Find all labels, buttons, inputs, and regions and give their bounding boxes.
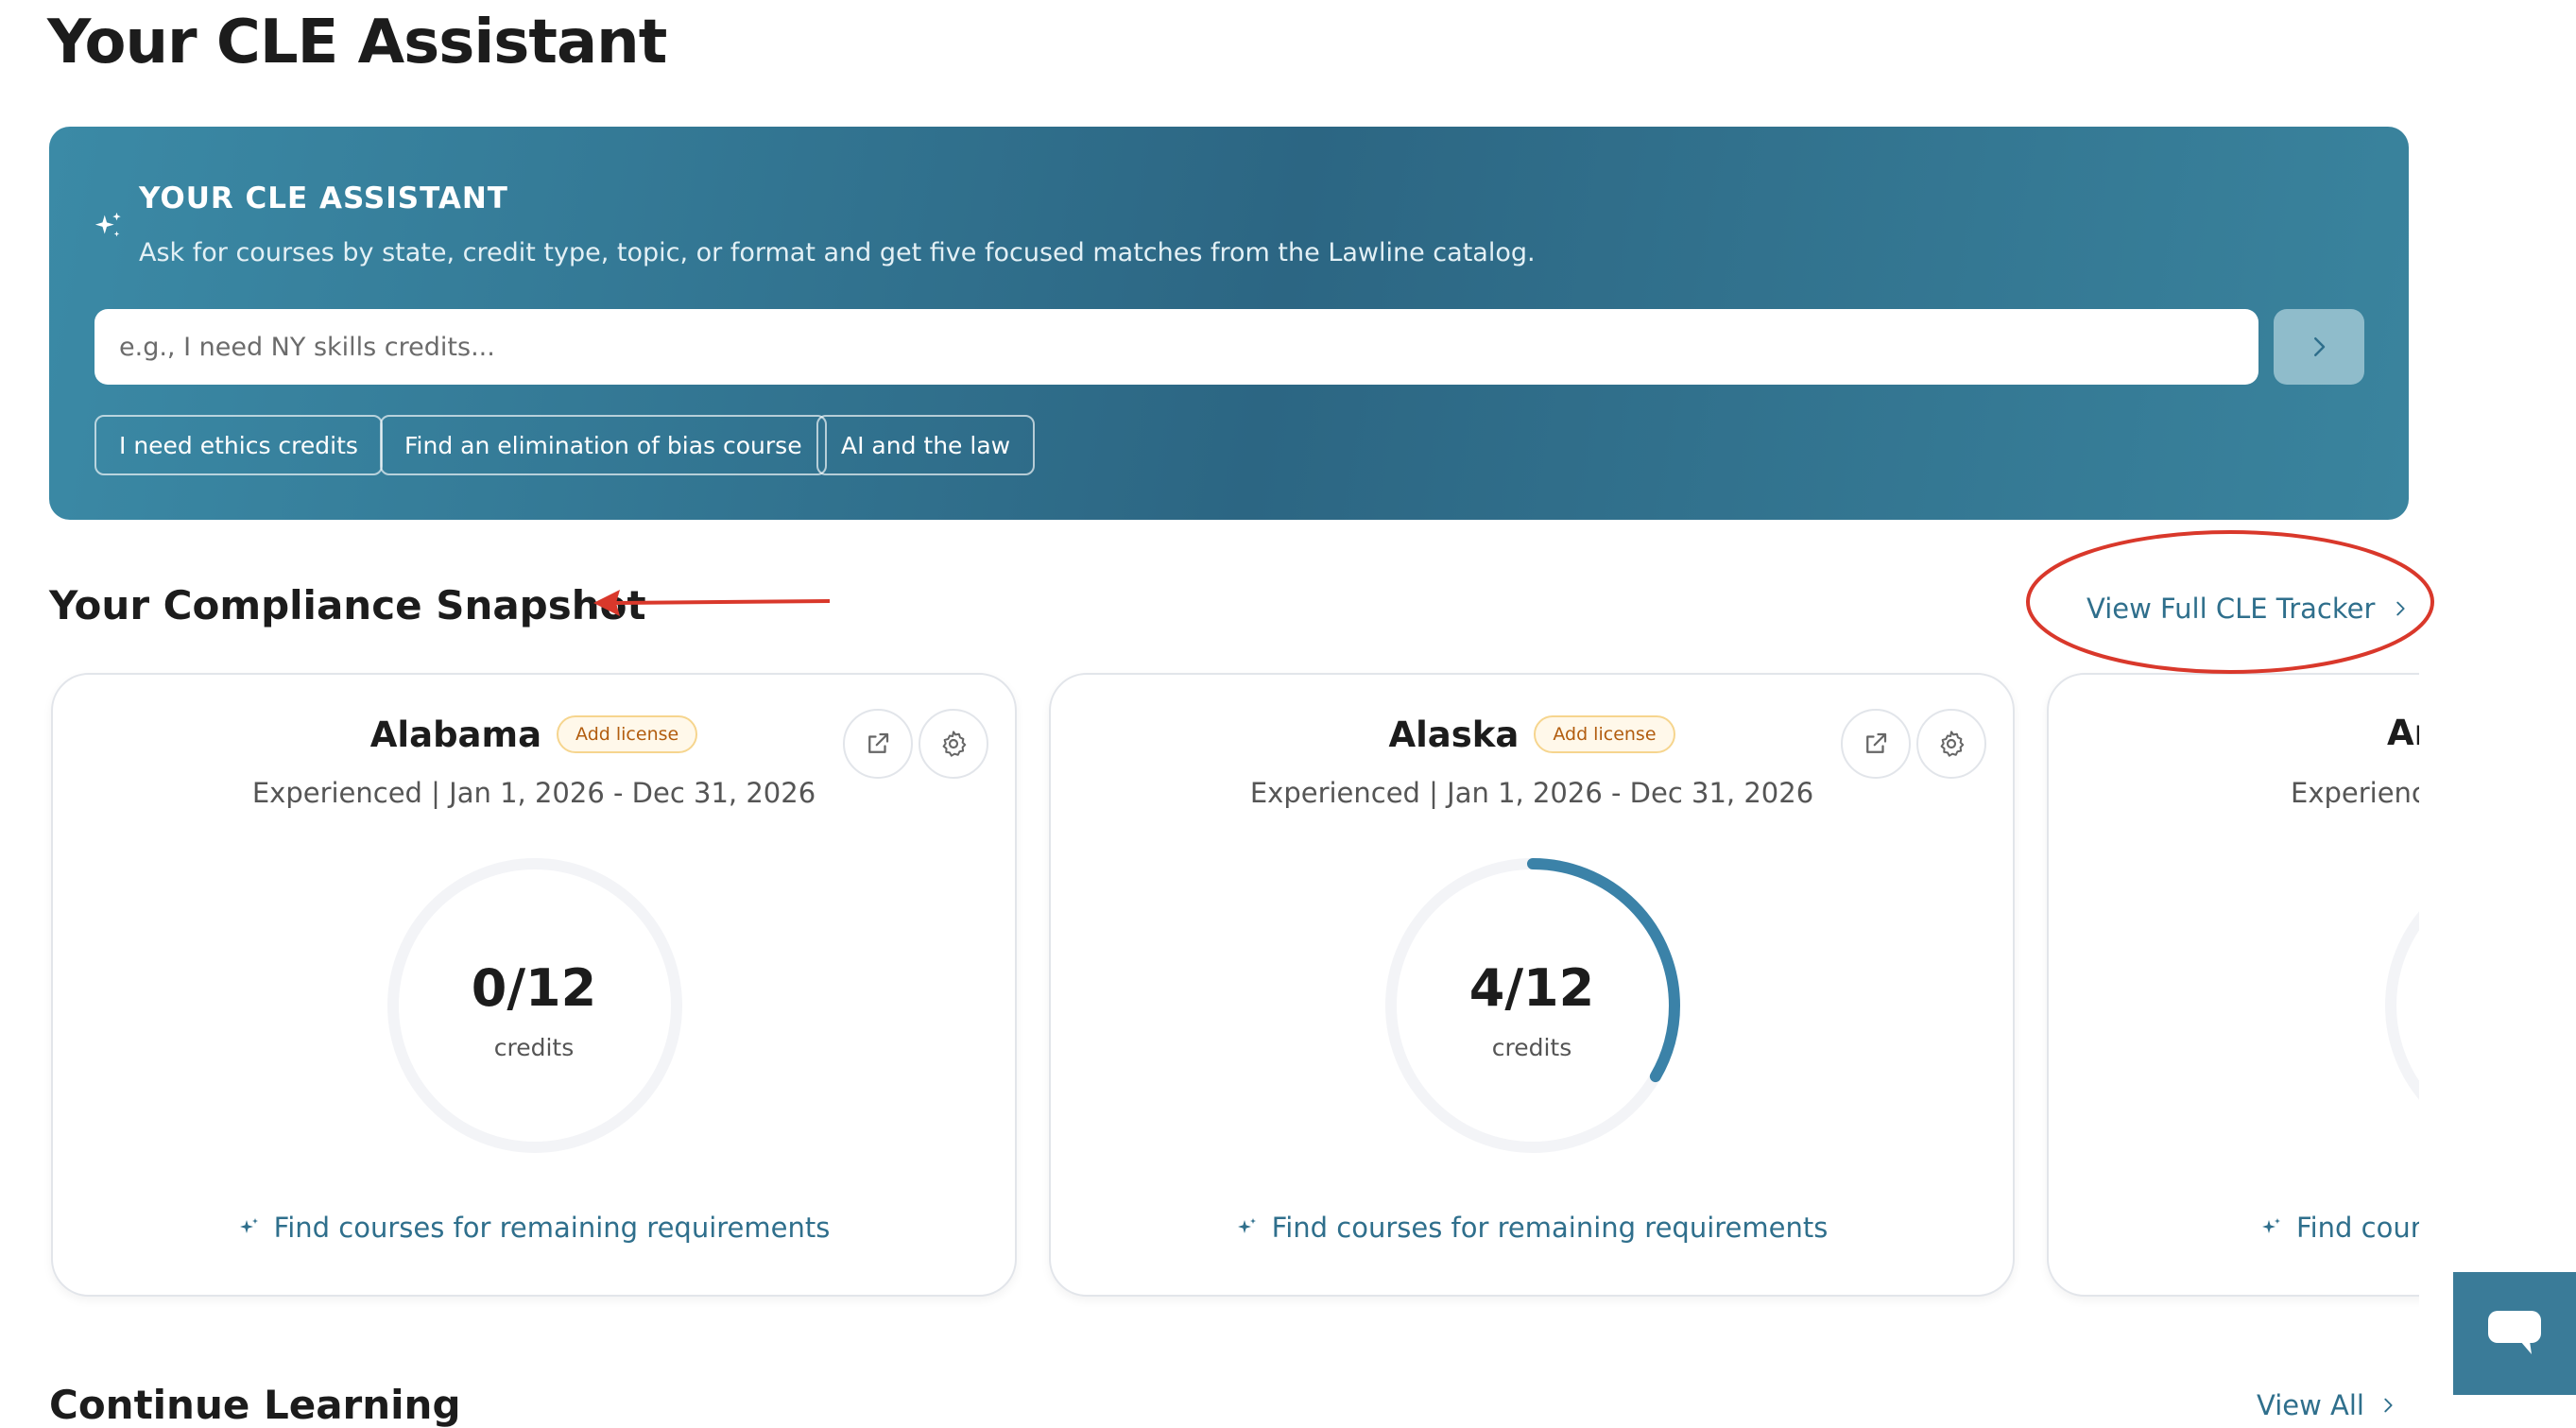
chat-widget-button[interactable]: [2453, 1272, 2576, 1395]
sparkle-icon: [94, 212, 121, 237]
assistant-submit-button[interactable]: [2274, 309, 2364, 385]
state-name: Ar: [2387, 713, 2419, 753]
open-external-button[interactable]: [1841, 709, 1911, 779]
external-link-icon: [1866, 732, 1887, 753]
page-title: Your CLE Assistant: [47, 8, 667, 77]
gear-icon: [942, 731, 967, 757]
continue-learning-title: Continue Learning: [49, 1382, 461, 1428]
license-period: Experienced | Jan 1, 2026 - Dec 31, 2026: [251, 777, 816, 809]
credits-value: 0/12: [471, 958, 597, 1018]
state-card-alabama: Alabama Add license Experienced | Jan 1,…: [51, 673, 1017, 1297]
view-full-cle-tracker-link[interactable]: View Full CLE Tracker: [2087, 593, 2411, 625]
credits-progress-ring: [2385, 911, 2419, 1100]
annotation-arrow-line: [615, 599, 831, 605]
chevron-right-icon: [2384, 1398, 2393, 1413]
credits-label: credits: [493, 1034, 575, 1061]
find-courses-link[interactable]: Find courses for remaining requirements: [53, 1212, 1015, 1244]
external-link-icon: [868, 732, 889, 753]
chevron-right-icon: [2396, 601, 2405, 616]
chevron-right-icon: [2314, 337, 2326, 356]
add-license-badge[interactable]: Add license: [557, 715, 698, 753]
find-courses-label: Find cours: [2296, 1212, 2419, 1244]
sparkle-icon: [239, 1218, 258, 1233]
view-tracker-label: View Full CLE Tracker: [2087, 593, 2376, 625]
license-period: Experience: [2291, 777, 2419, 809]
compliance-cards-carousel: Alabama Add license Experienced | Jan 1,…: [38, 662, 2419, 1314]
sparkle-icon: [1237, 1218, 1256, 1233]
sparkle-icon: [2262, 1218, 2280, 1233]
assistant-subtitle: Ask for courses by state, credit type, t…: [139, 238, 1536, 267]
chat-bubble-icon: [2488, 1311, 2541, 1354]
assistant-heading: YOUR CLE ASSISTANT: [139, 181, 508, 215]
state-card-alaska: Alaska Add license Experienced | Jan 1, …: [1049, 673, 2015, 1297]
state-name: Alaska: [1388, 714, 1520, 755]
view-all-label: View All: [2257, 1389, 2364, 1421]
compliance-snapshot-title: Your Compliance Snapshot: [49, 582, 646, 628]
suggestion-chip-ai-law[interactable]: AI and the law: [816, 415, 1036, 475]
open-external-button[interactable]: [843, 709, 913, 779]
license-period: Experienced | Jan 1, 2026 - Dec 31, 2026: [1249, 777, 1814, 809]
find-courses-link[interactable]: Find courses for remaining requirements: [1051, 1212, 2013, 1244]
find-courses-label: Find courses for remaining requirements: [273, 1212, 831, 1244]
find-courses-label: Find courses for remaining requirements: [1271, 1212, 1829, 1244]
settings-button[interactable]: [1916, 709, 1986, 779]
cle-assistant-panel: YOUR CLE ASSISTANT Ask for courses by st…: [49, 127, 2409, 520]
suggestion-chip-ethics[interactable]: I need ethics credits: [94, 415, 383, 475]
credits-value: 4/12: [1468, 958, 1595, 1018]
assistant-search-input[interactable]: [94, 309, 2258, 385]
state-card-partial: Ar Experience Find cours: [2047, 673, 2419, 1297]
add-license-badge[interactable]: Add license: [1534, 715, 1675, 753]
view-all-link[interactable]: View All: [2257, 1389, 2398, 1421]
credits-label: credits: [1491, 1034, 1572, 1061]
gear-icon: [1940, 731, 1965, 757]
settings-button[interactable]: [919, 709, 988, 779]
find-courses-link[interactable]: Find cours: [2260, 1212, 2419, 1244]
suggestion-chip-bias[interactable]: Find an elimination of bias course: [380, 415, 827, 475]
state-name: Alabama: [369, 714, 542, 755]
